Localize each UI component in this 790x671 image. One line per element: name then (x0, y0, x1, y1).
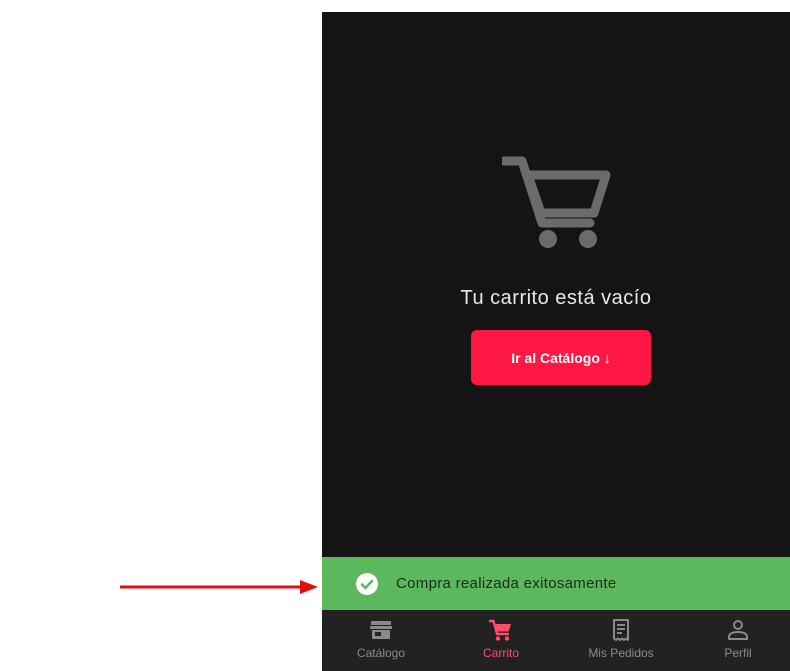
nav-label-perfil: Perfil (724, 646, 752, 660)
nav-label-catalogo: Catálogo (356, 646, 406, 660)
nav-item-mis-pedidos[interactable]: Mis Pedidos (571, 610, 671, 671)
toast-message: Compra realizada exitosamente (396, 575, 617, 592)
person-icon (728, 620, 748, 640)
check-circle-icon (356, 572, 378, 595)
go-to-catalog-button[interactable]: Ir al Catálogo ↓ (471, 330, 651, 385)
nav-label-carrito: Carrito (482, 646, 519, 660)
receipt-icon (613, 619, 629, 641)
bottom-navigation: Catálogo Carrito Mis Pedidos Perfil (322, 610, 790, 671)
nav-item-catalogo[interactable]: Catálogo (331, 610, 431, 671)
nav-item-perfil[interactable]: Perfil (688, 610, 788, 671)
annotation-arrow (120, 580, 318, 594)
cart-icon (489, 619, 511, 641)
nav-label-mis-pedidos: Mis Pedidos (588, 646, 654, 660)
nav-item-carrito[interactable]: Carrito (451, 610, 551, 671)
success-toast: Compra realizada exitosamente (322, 557, 790, 610)
phone-screen: Tu carrito está vacío Ir al Catálogo ↓ C… (322, 12, 790, 671)
empty-cart-title: Tu carrito está vacío (460, 287, 652, 309)
store-icon (370, 621, 392, 639)
empty-cart-icon (502, 156, 611, 248)
